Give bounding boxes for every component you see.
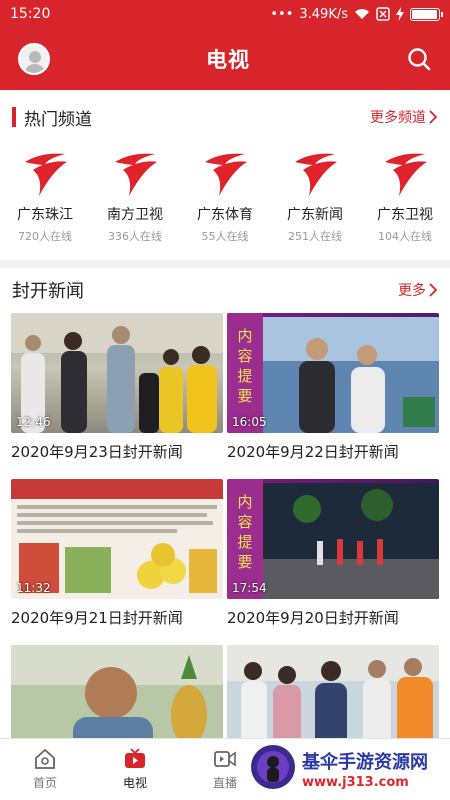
video-duration: 17:54 xyxy=(232,581,267,595)
channel-viewers: 55人在线 xyxy=(201,230,249,243)
channel-logo-icon xyxy=(385,153,427,196)
channel-name: 广东卫视 xyxy=(377,207,433,223)
svg-text:容: 容 xyxy=(237,513,252,531)
hot-channels-header: 热门频道 更多频道 xyxy=(0,97,450,137)
news-card[interactable]: 12:46 2020年9月23日封开新闻 xyxy=(11,313,223,462)
channel-item[interactable]: 南方卫视 336人在线 xyxy=(90,148,180,258)
more-channels-label: 更多频道 xyxy=(370,110,426,126)
video-thumbnail[interactable]: 内 容 提 要 16:05 xyxy=(227,313,439,433)
svg-text:提: 提 xyxy=(237,533,252,551)
tab-home[interactable]: 首页 xyxy=(0,739,90,800)
channel-item[interactable]: 广东体育 55人在线 xyxy=(180,148,270,258)
svg-text:提: 提 xyxy=(237,367,252,385)
svg-text:内: 内 xyxy=(237,327,252,345)
nav-bar: 电视 xyxy=(0,28,450,90)
svg-text:内: 内 xyxy=(237,493,252,511)
home-icon xyxy=(35,748,55,769)
more-news-label: 更多 xyxy=(398,283,426,299)
tab-label: 电视 xyxy=(122,776,147,790)
svg-text:要: 要 xyxy=(237,387,252,405)
news-card[interactable]: 内 容 提 要 16:05 2020年9月22日封开新闻 xyxy=(227,313,439,462)
video-thumbnail[interactable]: 12:46 xyxy=(11,313,223,433)
video-duration: 11:32 xyxy=(16,581,51,595)
status-time: 15:20 xyxy=(10,6,51,22)
channel-name: 南方卫视 xyxy=(107,207,163,223)
channel-logo-icon xyxy=(25,153,67,196)
news-card[interactable]: 内 容 提 要 17:54 2020年9月20日封开新闻 xyxy=(227,479,439,628)
section-accent-bar xyxy=(12,107,16,127)
battery-icon xyxy=(410,7,443,21)
wifi-icon xyxy=(355,9,369,19)
channel-viewers: 251人在线 xyxy=(288,230,342,243)
news-header: 封开新闻 更多 xyxy=(0,270,450,310)
chevron-right-icon xyxy=(429,283,438,297)
tab-label: 首页 xyxy=(32,776,57,790)
watermark-logo: 基伞手游资源网 www.j313.com xyxy=(250,742,450,800)
tab-label: 直播 xyxy=(212,776,237,790)
section-divider xyxy=(0,260,450,268)
no-sim-icon xyxy=(376,7,390,21)
news-card-title: 2020年9月20日封开新闻 xyxy=(227,609,399,627)
battery-fill xyxy=(412,9,437,19)
chevron-right-icon xyxy=(429,110,438,124)
network-speed: 3.49K/s xyxy=(299,6,348,22)
news-card[interactable]: 11:32 2020年9月21日封开新闻 xyxy=(11,479,223,628)
top-bar: 15:20 ••• 3.49K/s 电视 xyxy=(0,0,450,90)
tv-icon xyxy=(125,748,145,768)
search-icon[interactable] xyxy=(406,46,432,72)
channel-item[interactable]: 广东卫视 104人在线 xyxy=(360,148,450,258)
live-icon xyxy=(214,751,236,767)
news-card-title: 2020年9月22日封开新闻 xyxy=(227,443,399,461)
channel-name: 广东体育 xyxy=(197,207,253,223)
channel-logo-icon xyxy=(205,153,247,196)
channel-viewers: 336人在线 xyxy=(108,230,162,243)
hot-channels-title: 热门频道 xyxy=(24,109,92,130)
channel-item[interactable]: 广东新闻 251人在线 xyxy=(270,148,360,258)
watermark-url: www.j313.com xyxy=(302,775,409,790)
channel-logo-icon xyxy=(295,153,337,196)
channel-name: 广东珠江 xyxy=(17,207,73,223)
page-title: 电视 xyxy=(206,48,250,72)
channel-name: 广东新闻 xyxy=(287,207,343,223)
more-dots-icon: ••• xyxy=(270,6,294,22)
channel-viewers: 104人在线 xyxy=(378,230,432,243)
status-bar: 15:20 ••• 3.49K/s xyxy=(0,0,450,28)
watermark-text: 基伞手游资源网 xyxy=(302,752,428,773)
video-duration: 16:05 xyxy=(232,415,267,429)
status-icons: ••• 3.49K/s xyxy=(270,6,443,22)
more-channels-link[interactable]: 更多频道 xyxy=(370,107,438,127)
news-section-title: 封开新闻 xyxy=(12,281,84,302)
charging-icon xyxy=(396,7,404,21)
tab-tv[interactable]: 电视 xyxy=(90,739,180,800)
channel-logo-icon xyxy=(115,153,157,196)
svg-text:要: 要 xyxy=(237,553,252,571)
channel-list: 广东珠江 720人在线 南方卫视 336人在线 广东体育 55人在线 广东新闻 … xyxy=(0,148,450,258)
more-news-link[interactable]: 更多 xyxy=(398,280,438,300)
video-thumbnail[interactable]: 内 容 提 要 17:54 xyxy=(227,479,439,599)
channel-viewers: 720人在线 xyxy=(18,230,72,243)
video-duration: 12:46 xyxy=(16,415,51,429)
news-card-title: 2020年9月23日封开新闻 xyxy=(11,443,183,461)
watermark-emblem-icon xyxy=(251,745,295,789)
video-thumbnail[interactable]: 11:32 xyxy=(11,479,223,599)
svg-text:容: 容 xyxy=(237,347,252,365)
avatar[interactable] xyxy=(18,43,50,75)
channel-item[interactable]: 广东珠江 720人在线 xyxy=(0,148,90,258)
news-card-title: 2020年9月21日封开新闻 xyxy=(11,609,183,627)
